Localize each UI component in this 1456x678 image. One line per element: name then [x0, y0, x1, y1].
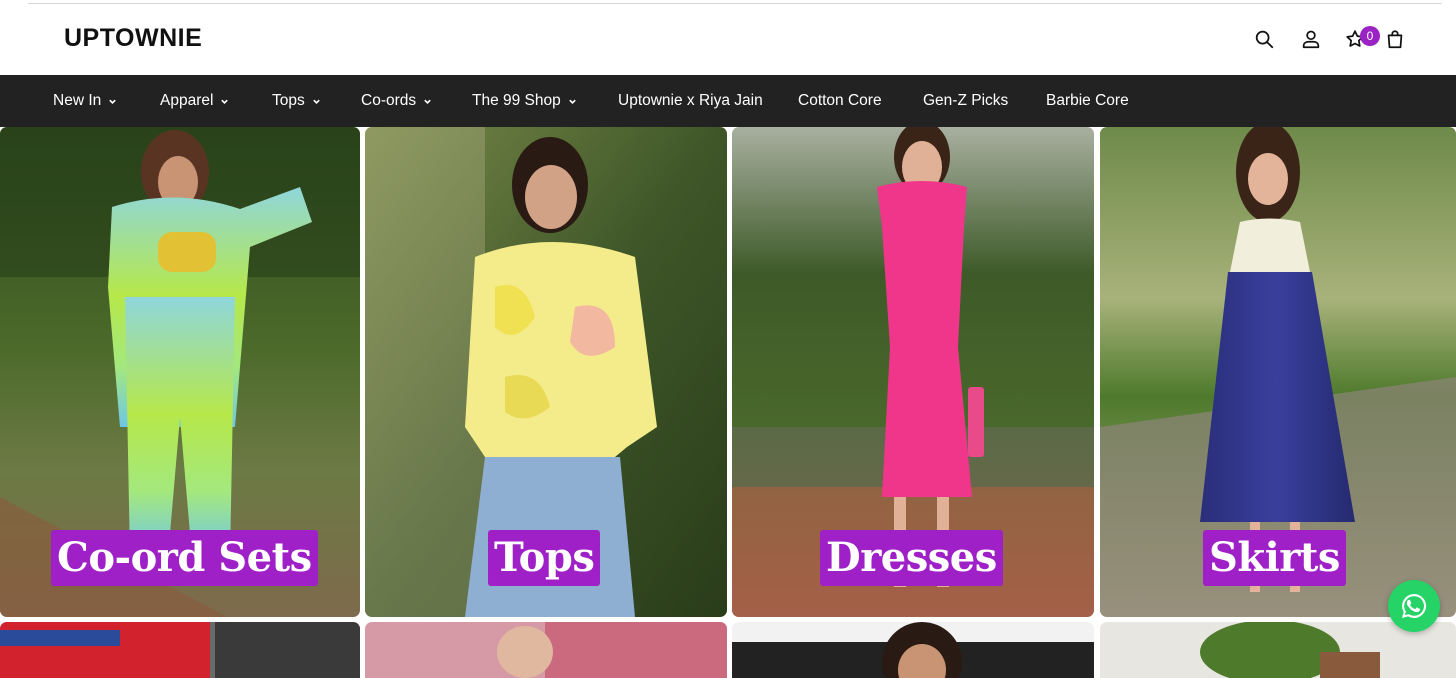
- nav-item-apparel[interactable]: Apparel: [160, 75, 229, 127]
- nav-item-new-in[interactable]: New In: [53, 75, 117, 127]
- nav-item-the-99-shop[interactable]: The 99 Shop: [472, 75, 577, 127]
- nav-item-label: Uptownie x Riya Jain: [618, 92, 763, 109]
- chevron-down-icon: [423, 97, 432, 106]
- category-tile-skirts[interactable]: Skirts: [1100, 127, 1456, 617]
- chevron-down-icon: [568, 97, 577, 106]
- main-navigation: New In Apparel Tops Co-ords The 99 Shop …: [0, 75, 1456, 127]
- nav-item-cotton-core[interactable]: Cotton Core: [798, 75, 882, 127]
- whatsapp-chat-button[interactable]: [1388, 580, 1440, 632]
- nav-item-tops[interactable]: Tops: [272, 75, 321, 127]
- nav-item-label: The 99 Shop: [472, 92, 561, 109]
- whatsapp-icon: [1402, 593, 1427, 618]
- site-header: UPTOWNIE 0: [0, 4, 1456, 75]
- category-tile-co-ord-sets[interactable]: Co-ord Sets: [0, 127, 360, 617]
- category-grid: Co-ord Sets Tops Dresses Skirts: [0, 127, 1456, 678]
- category-image: [0, 622, 360, 678]
- user-icon[interactable]: [1298, 26, 1324, 52]
- nav-item-label: Barbie Core: [1046, 92, 1129, 109]
- nav-item-co-ords[interactable]: Co-ords: [361, 75, 432, 127]
- category-tile-row2-1[interactable]: [0, 622, 360, 678]
- wishlist-count-badge: 0: [1360, 26, 1380, 46]
- category-tile-row2-2[interactable]: [365, 622, 727, 678]
- nav-item-label: New In: [53, 92, 102, 109]
- nav-item-uptownie-x-riya-jain[interactable]: Uptownie x Riya Jain: [618, 75, 763, 127]
- category-label: Tops: [488, 530, 601, 586]
- category-label: Dresses: [820, 530, 1003, 586]
- chevron-down-icon: [108, 97, 117, 106]
- category-label: Skirts: [1203, 530, 1346, 586]
- category-image: [365, 622, 727, 678]
- category-tile-tops[interactable]: Tops: [365, 127, 727, 617]
- category-tile-row2-3[interactable]: [732, 622, 1094, 678]
- nav-item-label: Co-ords: [361, 92, 417, 109]
- category-image: [1100, 622, 1456, 678]
- nav-item-label: Cotton Core: [798, 92, 882, 109]
- search-icon[interactable]: [1251, 26, 1277, 52]
- category-label: Co-ord Sets: [51, 530, 318, 586]
- nav-item-barbie-core[interactable]: Barbie Core: [1046, 75, 1129, 127]
- bag-icon[interactable]: [1382, 26, 1408, 52]
- nav-item-gen-z-picks[interactable]: Gen-Z Picks: [923, 75, 1008, 127]
- nav-item-label: Apparel: [160, 92, 214, 109]
- category-tile-row2-4[interactable]: [1100, 622, 1456, 678]
- site-logo[interactable]: UPTOWNIE: [64, 24, 202, 53]
- chevron-down-icon: [312, 97, 321, 106]
- nav-item-label: Tops: [272, 92, 305, 109]
- category-image: [732, 622, 1094, 678]
- chevron-down-icon: [220, 97, 229, 106]
- category-tile-dresses[interactable]: Dresses: [732, 127, 1094, 617]
- nav-item-label: Gen-Z Picks: [923, 92, 1009, 109]
